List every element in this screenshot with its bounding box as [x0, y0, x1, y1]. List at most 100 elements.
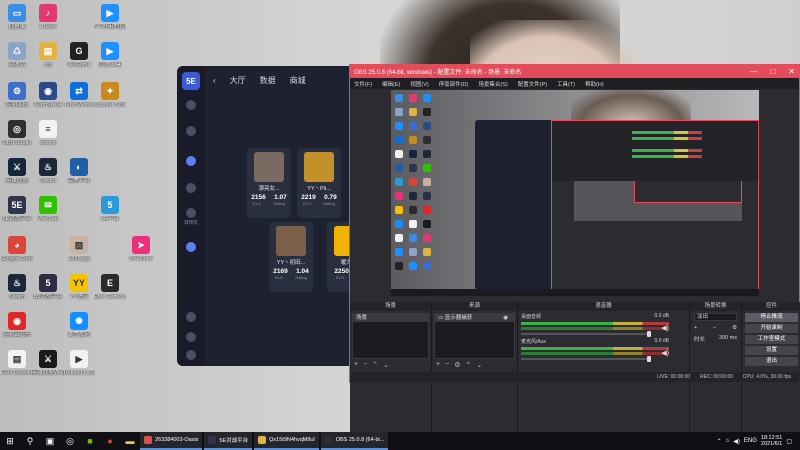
- menu-file[interactable]: 文件(F): [354, 80, 372, 88]
- volume-slider-knob[interactable]: [647, 356, 651, 362]
- nav-data[interactable]: 数据: [260, 75, 276, 86]
- source-up-button[interactable]: ⌃: [465, 361, 471, 369]
- lang-indicator[interactable]: ENG: [744, 438, 757, 444]
- search-icon[interactable]: ⚲: [20, 432, 40, 450]
- explorer-icon[interactable]: ▬: [120, 432, 140, 450]
- remove-scene-button[interactable]: −: [363, 361, 367, 369]
- desktop-icon[interactable]: ◕ Google Chrome: [1, 236, 33, 262]
- desktop-icon[interactable]: ♨ Steam: [1, 274, 33, 300]
- speaker-icon[interactable]: ◀): [661, 349, 669, 357]
- desktop-icon[interactable]: ⚔ 英雄联盟: [1, 158, 33, 184]
- obs-preview-canvas[interactable]: [391, 90, 759, 296]
- add-scene-button[interactable]: +: [354, 361, 358, 369]
- desktop-icon[interactable]: ▶ 1mk.pid入之路,Wrat...: [63, 350, 95, 376]
- network-icon[interactable]: ⌂: [726, 438, 730, 444]
- desktop-icon[interactable]: ◉ TeamSpeak: [32, 82, 64, 108]
- obs-window[interactable]: OBS 25.0.8 (64-bit, windows) - 配置文件: 未命名…: [349, 64, 800, 432]
- home-icon[interactable]: [186, 100, 196, 110]
- desktop-icon[interactable]: E Epic Games Launcher: [94, 274, 126, 300]
- scene-item[interactable]: 场景: [353, 314, 428, 322]
- desktop-icon[interactable]: ⚙ 控制面板: [1, 82, 33, 108]
- desktop-icon[interactable]: ▶ 直播工具: [94, 42, 126, 68]
- desktop-icon[interactable]: G WeGame: [63, 42, 95, 68]
- transition-settings-icon[interactable]: ⚙: [732, 325, 737, 331]
- trophy-icon[interactable]: [186, 350, 196, 360]
- profile-icon[interactable]: [186, 242, 196, 252]
- match-icon[interactable]: [186, 126, 196, 136]
- notification-icon[interactable]: ▢: [786, 438, 792, 445]
- desktop-icon[interactable]: ♪ iTunes: [32, 4, 64, 30]
- transition-select[interactable]: 淡出: [694, 313, 737, 321]
- desktop-icon[interactable]: 5 5E平台: [94, 196, 126, 222]
- desktop-icon[interactable]: YY YY语音: [63, 274, 95, 300]
- start-button[interactable]: ⊞: [0, 432, 20, 450]
- nav-shop[interactable]: 商城: [290, 75, 306, 86]
- desktop-icon[interactable]: ✉ WeChat: [32, 196, 64, 222]
- taskbar-app[interactable]: OBS 25.0.8 (64-bi...: [320, 432, 389, 450]
- player-card[interactable]: 暖力等 2250ELO: [327, 222, 350, 292]
- team-icon[interactable]: [186, 156, 196, 166]
- menu-edit[interactable]: 编辑(E): [382, 80, 400, 88]
- chrome-icon[interactable]: ●: [100, 432, 120, 450]
- minimize-button[interactable]: —: [749, 65, 757, 78]
- desktop-icon[interactable]: ≡ ssc.txt: [32, 120, 64, 146]
- desktop-icon[interactable]: ▤ cfg: [32, 42, 64, 68]
- volume-slider[interactable]: [521, 331, 651, 337]
- desktop-icon[interactable]: ▨ 1566.jpg: [63, 236, 95, 262]
- desktop-icon[interactable]: ⇄ TeamViewer: [63, 82, 95, 108]
- desktop-icon[interactable]: ▶ 5个好用的直播工具: [94, 4, 126, 30]
- wifi-icon[interactable]: [186, 208, 196, 218]
- move-down-button[interactable]: ⌄: [383, 361, 389, 369]
- back-icon[interactable]: ‹: [213, 76, 216, 85]
- exit-button[interactable]: 退出: [745, 357, 798, 366]
- desktop-icon[interactable]: ♨ Steam: [32, 158, 64, 184]
- eye-icon[interactable]: ◉: [503, 314, 508, 322]
- source-down-button[interactable]: ⌄: [476, 361, 482, 369]
- sources-list[interactable]: ▭ 显示器捕获 ◉: [434, 313, 515, 359]
- speaker-icon[interactable]: ◀): [661, 324, 669, 332]
- duration-input[interactable]: 300 ms: [719, 335, 737, 343]
- maximize-button[interactable]: □: [770, 65, 775, 78]
- desktop-icon[interactable]: ◐ 完美平台: [63, 158, 95, 184]
- studio-mode-button[interactable]: 工作室模式: [745, 335, 798, 344]
- source-settings-icon[interactable]: ⚙: [454, 361, 460, 369]
- desktop-icon[interactable]: 5 B5对战平台: [32, 274, 64, 300]
- desktop-icon[interactable]: ✺ 暴雪战网: [63, 312, 95, 338]
- move-up-button[interactable]: ⌃: [372, 361, 378, 369]
- desktop-icon[interactable]: ♺ 回收站: [1, 42, 33, 68]
- menu-view[interactable]: 视图(V): [410, 80, 428, 88]
- desktop-icon[interactable]: ▤ Free Downlo...: [1, 350, 33, 376]
- clock[interactable]: 18:12:51 2021/6/1: [761, 435, 782, 447]
- player-card[interactable]: YY丶Pli... 2219 0.79 ELO Rating: [297, 148, 341, 218]
- player-card[interactable]: 漂亮女... 2156 1.07 ELO Rating: [247, 148, 291, 218]
- cortana-icon[interactable]: ◎: [60, 432, 80, 450]
- desktop-icon[interactable]: ➤ OneDrive: [125, 236, 157, 262]
- remove-transition-button[interactable]: −: [713, 325, 716, 331]
- volume-icon[interactable]: ◀): [733, 438, 740, 445]
- remove-source-button[interactable]: −: [445, 361, 449, 369]
- desktop-icon[interactable]: 5E 5E对战平台: [1, 196, 33, 222]
- desktop-icon[interactable]: ◎ OBS Studio: [1, 120, 33, 146]
- menu-help[interactable]: 帮助(H): [585, 80, 604, 88]
- menu-scene-collection[interactable]: 场景集合(S): [478, 80, 507, 88]
- shop-icon[interactable]: [186, 183, 196, 193]
- task-view-icon[interactable]: ▣: [40, 432, 60, 450]
- desktop-icon[interactable]: ✦ Counter-Strike: [94, 82, 126, 108]
- nvidia-icon[interactable]: ■: [80, 432, 100, 450]
- desktop-icon[interactable]: ▭ 此电脑: [1, 4, 33, 30]
- menu-profile[interactable]: 配置文件(P): [518, 80, 547, 88]
- taskbar-app[interactable]: Qx15t9N4hvqM8ul: [254, 432, 319, 450]
- search-icon[interactable]: [186, 312, 196, 322]
- close-button[interactable]: ✕: [788, 65, 795, 78]
- game-logo-icon[interactable]: 5E: [182, 72, 200, 90]
- nav-lobby[interactable]: 大厅: [230, 75, 246, 86]
- volume-slider[interactable]: [521, 356, 651, 362]
- desktop-icon[interactable]: ⚔ 英雄联盟WeGame版: [32, 350, 64, 376]
- menu-docks[interactable]: 停靠部件(D): [439, 80, 469, 88]
- start-recording-button[interactable]: 开始录制: [745, 324, 798, 333]
- taskbar-app[interactable]: 263384003-Oasis: [140, 432, 203, 450]
- source-item[interactable]: ▭ 显示器捕获 ◉: [435, 314, 514, 322]
- desktop-icon[interactable]: ◉ 网易云音乐: [1, 312, 33, 338]
- settings-button[interactable]: 设置: [745, 346, 798, 355]
- volume-slider-knob[interactable]: [647, 331, 651, 337]
